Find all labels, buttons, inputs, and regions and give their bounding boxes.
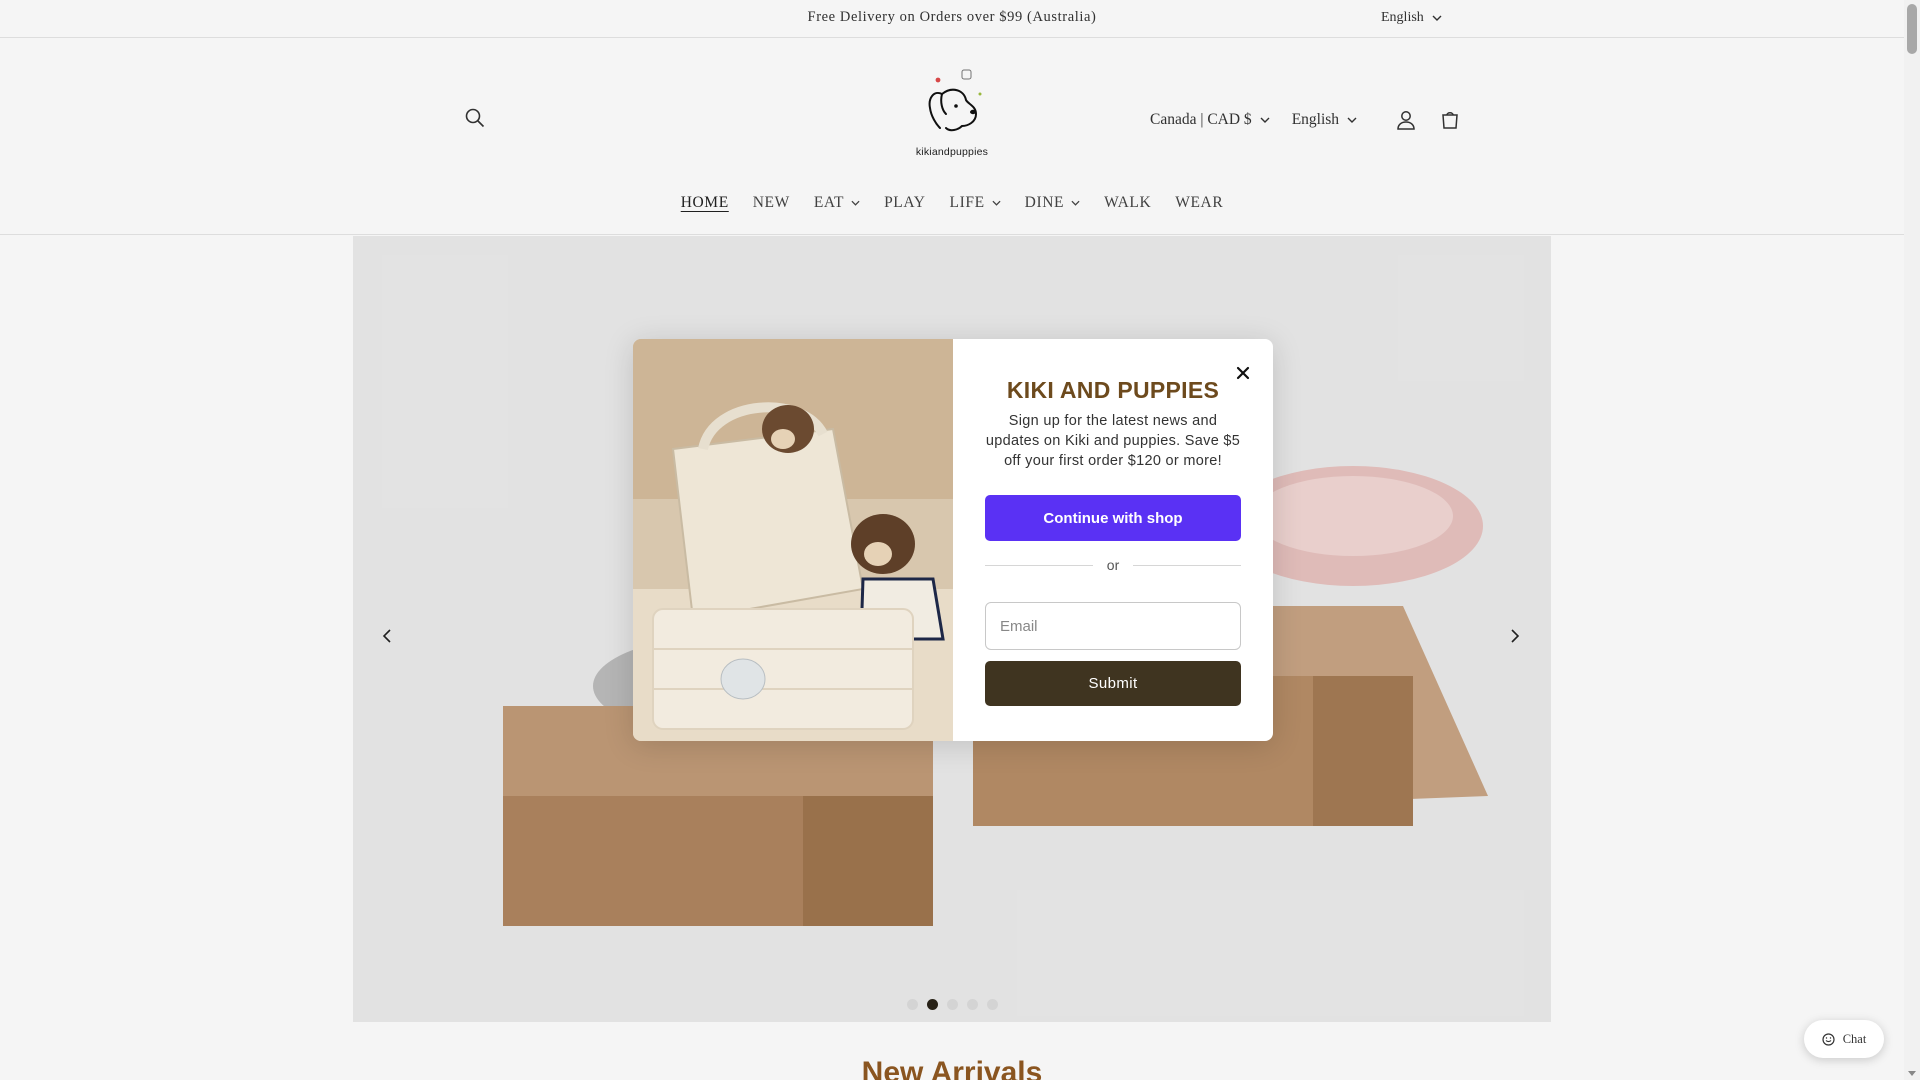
- section-title: New Arrivals: [861, 1056, 1043, 1080]
- modal-content: KIKI AND PUPPIES Sign up for the latest …: [953, 339, 1273, 741]
- divider-line: [985, 564, 1093, 566]
- divider-line: [1133, 564, 1242, 566]
- submit-button[interactable]: Submit: [985, 661, 1241, 706]
- scroll-down-arrow[interactable]: [1908, 1071, 1916, 1076]
- modal-title: KIKI AND PUPPIES: [1006, 377, 1220, 403]
- or-label: or: [1106, 557, 1120, 573]
- modal-description: Sign up for the latest news and updates …: [985, 413, 1241, 469]
- scrollbar[interactable]: [1904, 0, 1920, 1080]
- or-divider: or: [985, 555, 1242, 575]
- modal-photo: [633, 339, 953, 741]
- chat-label: Chat: [1842, 1031, 1867, 1046]
- email-field[interactable]: [985, 602, 1241, 650]
- newsletter-modal: KIKI AND PUPPIES Sign up for the latest …: [633, 339, 1273, 741]
- dogs-in-bag-image: [633, 339, 953, 741]
- scrollbar-thumb[interactable]: [1907, 4, 1917, 54]
- continue-with-shop-button[interactable]: Continue with shop: [985, 495, 1241, 541]
- chat-button[interactable]: Chat: [1804, 1020, 1884, 1058]
- chat-smile-icon: [1822, 1032, 1835, 1046]
